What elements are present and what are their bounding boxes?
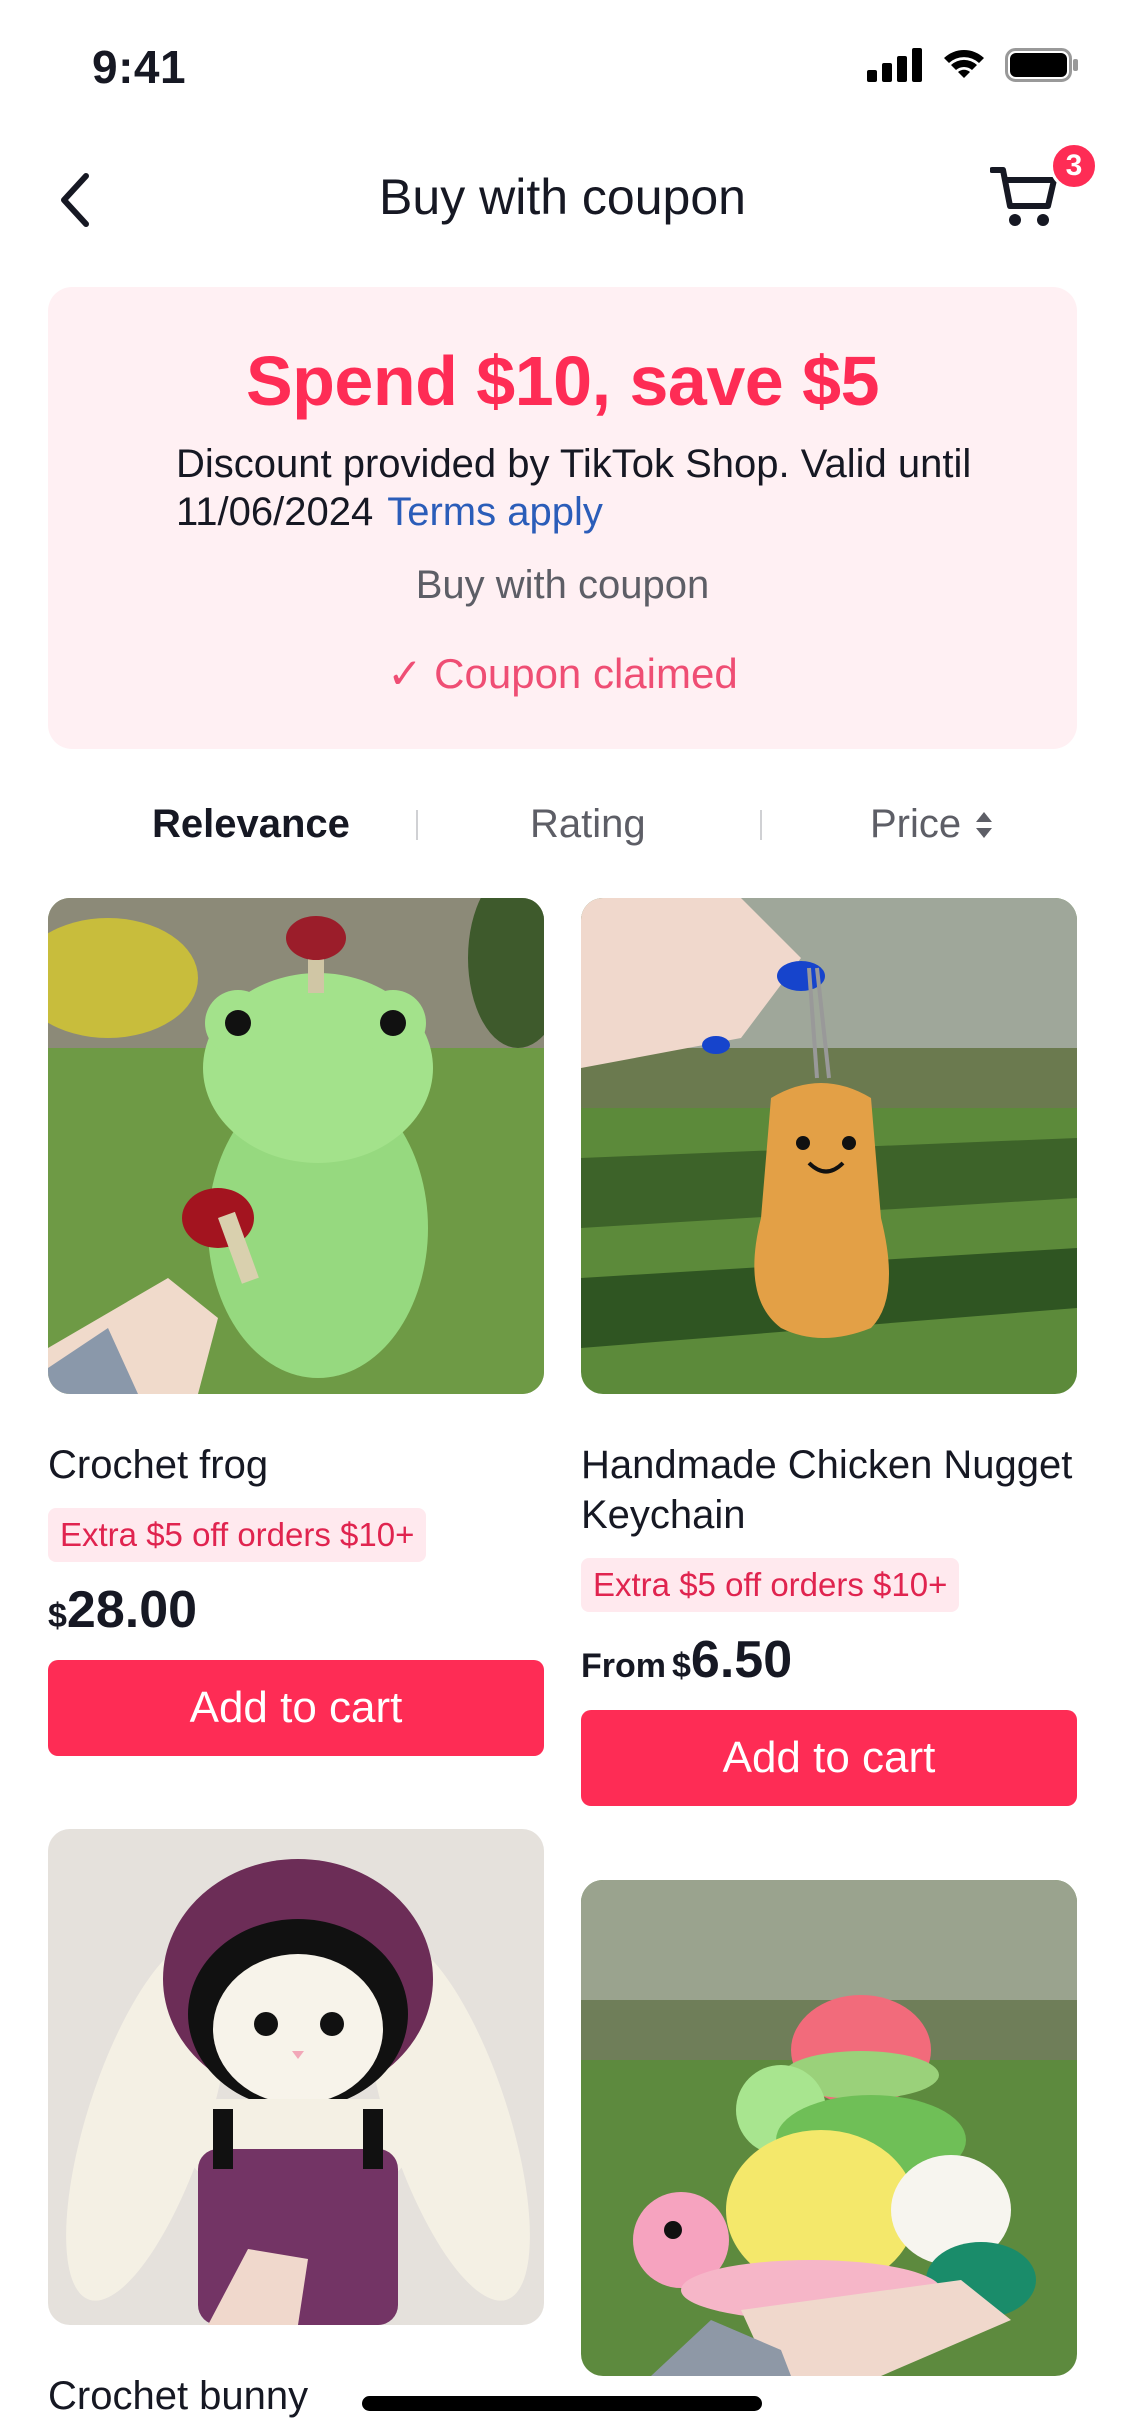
status-bar: 9:41 (0, 0, 1125, 140)
product-image[interactable] (48, 1829, 544, 2325)
product-card[interactable]: Crochet frog Extra $5 off orders $10+ $ … (48, 898, 544, 1756)
sort-arrows-icon (976, 811, 993, 838)
check-icon: ✓ (387, 650, 423, 697)
sort-relevance-tab[interactable]: Relevance (152, 802, 350, 847)
product-card[interactable]: Handmade Chicken Nugget Keychain Extra $… (581, 898, 1077, 1806)
page-title: Buy with coupon (379, 169, 746, 225)
promo-tag: Extra $5 off orders $10+ (48, 1508, 427, 1562)
price-row: $ 28.00 (48, 1580, 544, 1640)
page: 9:41 Buy with coupon 3 Spend $10, save $… (0, 0, 1125, 2436)
crochet-turtles-image (581, 1880, 1077, 2376)
status-icons (867, 48, 1079, 82)
add-to-cart-button[interactable]: Add to cart (48, 1660, 544, 1756)
chicken-nugget-keychain-image (581, 898, 1077, 1394)
crochet-bunny-image (48, 1829, 544, 2325)
coupon-claimed-status: ✓ Coupon claimed (48, 649, 1077, 698)
price-prefix: From (581, 1647, 666, 1685)
battery-icon (1005, 48, 1078, 82)
wifi-icon (944, 50, 984, 78)
price-value: 6.50 (690, 1631, 793, 1689)
sort-price-tab[interactable]: Price (870, 802, 993, 847)
sort-price-label: Price (870, 802, 962, 846)
product-title[interactable]: Crochet frog (48, 1440, 544, 1490)
signal-icon (867, 48, 922, 82)
price-row: From $ 6.50 (581, 1630, 1077, 1690)
product-title[interactable]: Handmade Chicken Nugget Keychain (581, 1440, 1077, 1540)
status-time: 9:41 (92, 41, 187, 93)
promo-tag: Extra $5 off orders $10+ (581, 1558, 960, 1612)
product-image[interactable] (581, 898, 1077, 1394)
sort-divider (416, 810, 418, 840)
sort-rating-tab[interactable]: Rating (530, 802, 646, 847)
price-currency: $ (48, 1597, 67, 1635)
coupon-description: Discount provided by TikTok Shop. Valid … (176, 440, 996, 536)
coupon-headline: Spend $10, save $5 (245, 342, 880, 420)
product-image[interactable] (581, 1880, 1077, 2376)
crochet-frog-image (48, 898, 544, 1394)
coupon-banner: Spend $10, save $5 Discount provided by … (48, 287, 1077, 749)
price-currency: $ (672, 1647, 691, 1685)
cart-count-badge: 3 (1050, 142, 1098, 190)
coupon-claimed-label: Coupon claimed (434, 650, 738, 697)
add-to-cart-button[interactable]: Add to cart (581, 1710, 1077, 1806)
nav-bar: Buy with coupon (0, 140, 1125, 260)
home-indicator (362, 2396, 762, 2411)
price-value: 28.00 (66, 1581, 198, 1639)
product-card[interactable] (581, 1880, 1077, 2376)
product-image[interactable] (48, 898, 544, 1394)
sort-bar: Relevance Rating Price (0, 790, 1125, 860)
sort-divider (760, 810, 762, 840)
terms-link[interactable]: Terms apply (387, 490, 603, 534)
product-card[interactable]: Crochet bunny (48, 1829, 544, 2421)
coupon-subtitle: Buy with coupon (415, 563, 710, 607)
